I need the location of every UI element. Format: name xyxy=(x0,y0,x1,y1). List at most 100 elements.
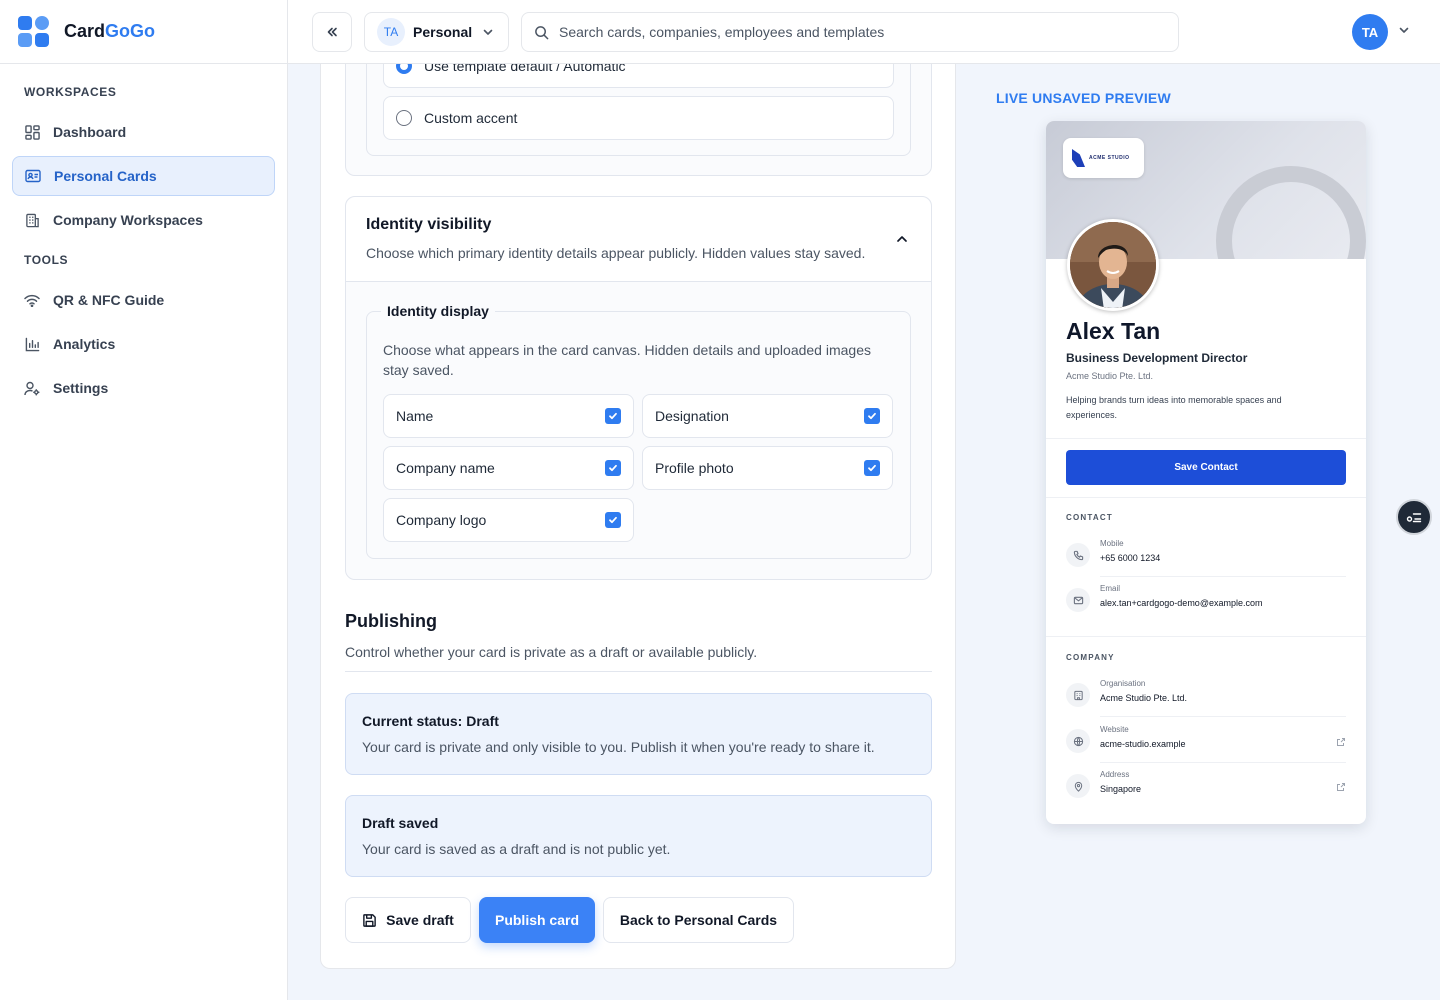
double-chevron-left-icon xyxy=(326,26,338,38)
accent-option-label: Custom accent xyxy=(424,110,518,126)
account-menu-chevron-icon[interactable] xyxy=(1398,24,1410,36)
button-label: Back to Personal Cards xyxy=(619,912,778,928)
card-editor-panel: Use template default / Automatic Custom … xyxy=(320,64,956,969)
card-preview: ACME STUDIO Alex Tan Business Developmen… xyxy=(1046,121,1366,824)
accent-option-automatic[interactable]: Use template default / Automatic xyxy=(383,64,894,88)
draft-saved-box: Draft saved Your card is saved as a draf… xyxy=(345,795,932,877)
fieldset-legend: Identity display xyxy=(381,303,495,319)
external-link-icon[interactable] xyxy=(1336,737,1346,747)
search-icon xyxy=(534,25,549,40)
preview-label: LIVE UNSAVED PREVIEW xyxy=(996,90,1171,106)
company-row-organisation[interactable]: Organisation Acme Studio Pte. Ltd. xyxy=(1066,679,1346,721)
bar-chart-icon xyxy=(24,336,40,352)
identity-option-profile-photo[interactable]: Profile photo xyxy=(642,446,893,490)
identity-display-fieldset: Identity display Choose what appears in … xyxy=(366,303,911,559)
identity-visibility-header[interactable]: Identity visibility Choose which primary… xyxy=(346,197,931,282)
profile-photo xyxy=(1067,219,1159,311)
external-link-icon[interactable] xyxy=(1336,782,1346,792)
publishing-description: Control whether your card is private as … xyxy=(345,644,758,660)
phone-icon xyxy=(1066,543,1090,567)
map-pin-icon xyxy=(1066,774,1090,798)
sidebar-item-qr-nfc-guide[interactable]: QR & NFC Guide xyxy=(12,280,275,320)
save-contact-button[interactable]: Save Contact xyxy=(1066,450,1346,485)
contact-row-email[interactable]: Email alex.tan+cardgogo-demo@example.com xyxy=(1066,584,1346,626)
section-title: Identity visibility xyxy=(366,216,492,233)
sidebar-item-label: QR & NFC Guide xyxy=(53,292,165,308)
preview-company: Acme Studio Pte. Ltd. xyxy=(1066,371,1154,381)
checkbox-checked-icon[interactable] xyxy=(605,512,621,528)
divider xyxy=(1100,716,1346,717)
topbar: TA Personal TA xyxy=(288,0,1440,64)
sidebar-item-personal-cards[interactable]: Personal Cards xyxy=(12,156,275,196)
sidebar-item-dashboard[interactable]: Dashboard xyxy=(12,112,275,152)
publishing-title: Publishing xyxy=(345,611,437,631)
checkbox-checked-icon[interactable] xyxy=(605,460,621,476)
identity-option-designation[interactable]: Designation xyxy=(642,394,893,438)
sidebar-item-settings[interactable]: Settings xyxy=(12,368,275,408)
workspace-label: Personal xyxy=(413,24,473,40)
preview-role: Business Development Director xyxy=(1066,351,1248,365)
logo-text: ACME STUDIO xyxy=(1089,155,1130,161)
search-input[interactable] xyxy=(559,24,1178,40)
row-label: Organisation xyxy=(1100,679,1146,688)
publish-card-button[interactable]: Publish card xyxy=(479,897,595,943)
divider xyxy=(1100,576,1346,577)
building-icon xyxy=(24,212,40,228)
row-label: Mobile xyxy=(1100,539,1124,548)
company-row-website[interactable]: Website acme-studio.example xyxy=(1066,725,1346,767)
accent-options-group: Use template default / Automatic Custom … xyxy=(366,64,911,156)
brand[interactable]: CardGoGo xyxy=(0,0,287,64)
button-label: Publish card xyxy=(494,912,580,928)
nav-section-workspaces: WORKSPACES xyxy=(24,85,117,99)
row-label: Address xyxy=(1100,770,1130,779)
sidebar-item-label: Dashboard xyxy=(53,124,127,140)
floating-toggle-button[interactable] xyxy=(1396,499,1432,535)
contact-row-mobile[interactable]: Mobile +65 6000 1234 xyxy=(1066,539,1346,581)
option-label: Company logo xyxy=(396,512,487,528)
identity-option-name[interactable]: Name xyxy=(383,394,634,438)
option-label: Name xyxy=(396,408,434,424)
button-label: Save draft xyxy=(386,912,454,928)
sidebar-item-analytics[interactable]: Analytics xyxy=(12,324,275,364)
user-settings-icon xyxy=(24,380,40,396)
save-draft-button[interactable]: Save draft xyxy=(345,897,471,943)
building-icon xyxy=(1066,683,1090,707)
divider xyxy=(1046,438,1366,439)
sidebar-item-company-workspaces[interactable]: Company Workspaces xyxy=(12,200,275,240)
divider xyxy=(1046,636,1366,637)
wifi-icon xyxy=(24,292,40,308)
option-label: Company name xyxy=(396,460,495,476)
divider xyxy=(345,671,932,672)
search-bar[interactable] xyxy=(521,12,1179,52)
row-value: +65 6000 1234 xyxy=(1100,553,1161,563)
row-value: acme-studio.example xyxy=(1100,739,1186,749)
identity-option-company-name[interactable]: Company name xyxy=(383,446,634,490)
checkbox-checked-icon[interactable] xyxy=(605,408,621,424)
chevron-up-icon[interactable] xyxy=(895,232,909,246)
id-card-icon xyxy=(25,168,41,184)
decorative-ring xyxy=(1216,166,1366,259)
accent-option-label: Use template default / Automatic xyxy=(424,64,626,74)
radio-checked-icon[interactable] xyxy=(396,64,412,74)
toggle-list-icon xyxy=(1406,511,1422,523)
sidebar-item-label: Personal Cards xyxy=(54,168,157,184)
chevron-down-icon xyxy=(482,26,494,38)
workspace-select[interactable]: TA Personal xyxy=(364,12,509,52)
collapse-sidebar-button[interactable] xyxy=(312,12,352,52)
company-section-title: COMPANY xyxy=(1066,653,1115,662)
brand-name: CardGoGo xyxy=(64,21,155,42)
company-row-address[interactable]: Address Singapore xyxy=(1066,770,1346,812)
checkbox-checked-icon[interactable] xyxy=(864,460,880,476)
radio-unchecked-icon[interactable] xyxy=(396,110,412,126)
row-label: Email xyxy=(1100,584,1121,593)
accent-option-custom[interactable]: Custom accent xyxy=(383,96,894,140)
back-to-personal-cards-button[interactable]: Back to Personal Cards xyxy=(603,897,794,943)
option-label: Profile photo xyxy=(655,460,734,476)
save-icon xyxy=(362,913,377,928)
checkbox-checked-icon[interactable] xyxy=(864,408,880,424)
status-title: Current status: Draft xyxy=(362,713,499,729)
user-avatar-button[interactable]: TA xyxy=(1352,14,1388,50)
row-value: Singapore xyxy=(1100,784,1142,794)
identity-option-company-logo[interactable]: Company logo xyxy=(383,498,634,542)
row-value: Acme Studio Pte. Ltd. xyxy=(1100,693,1188,703)
